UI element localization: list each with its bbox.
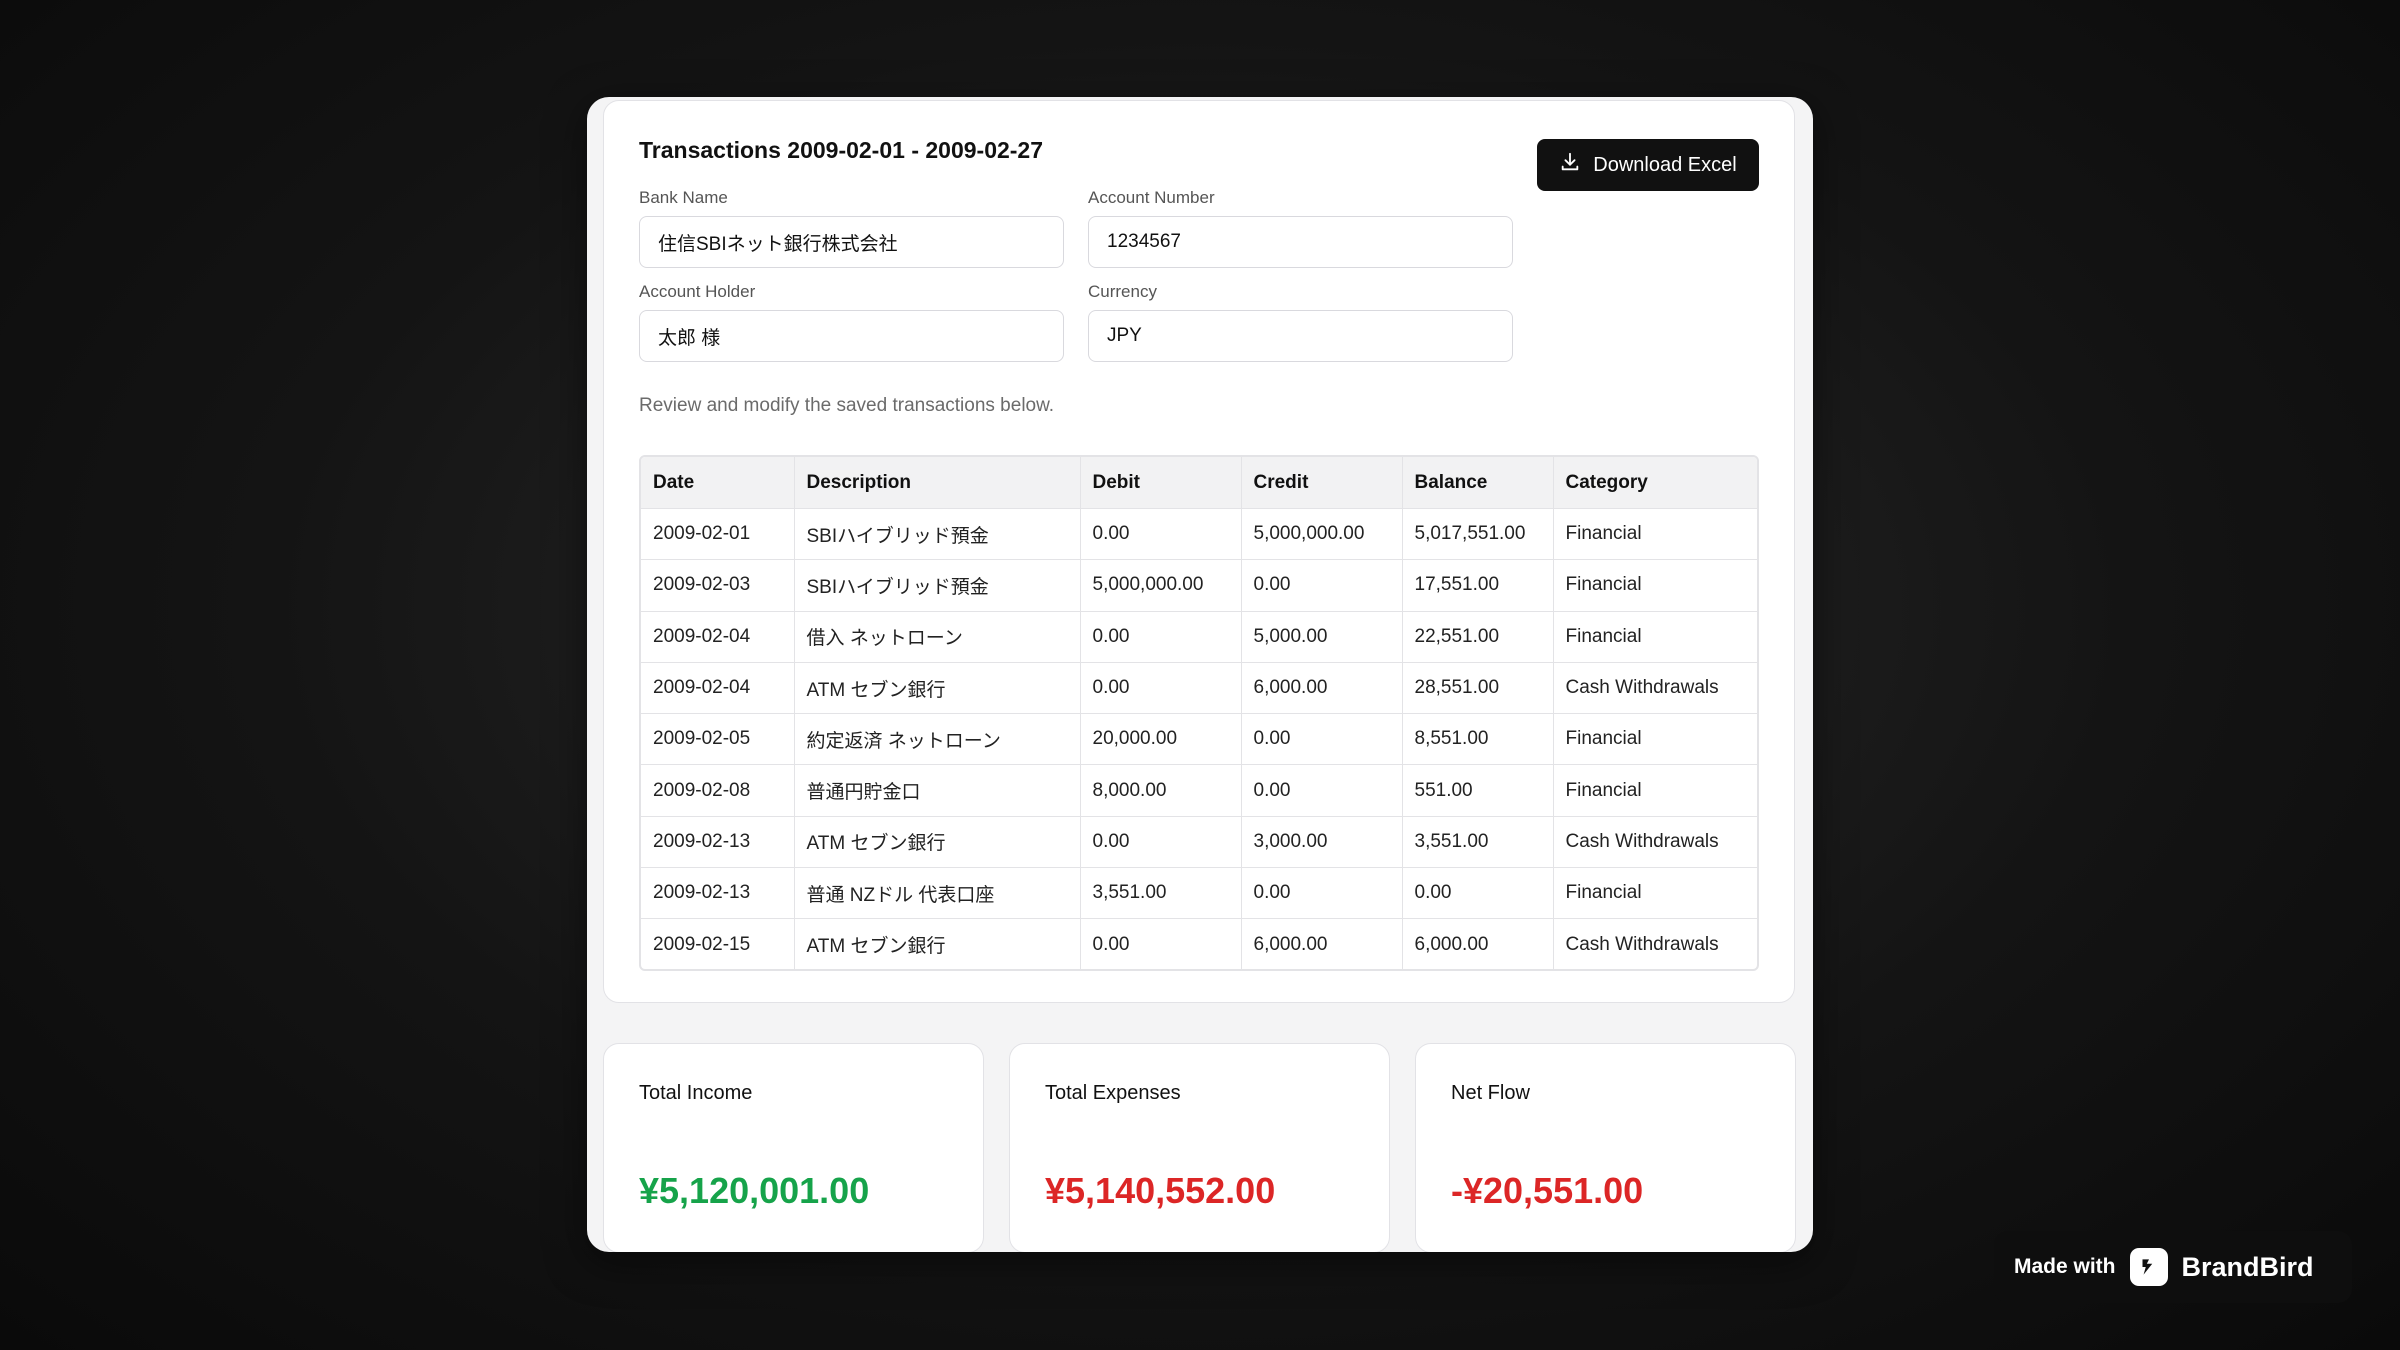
cell-balance: 17,551.00 [1402,559,1554,612]
cell-date: 2009-02-08 [641,764,795,817]
cell-debit: 5,000,000.00 [1080,559,1242,612]
cell-credit: 6,000.00 [1241,662,1403,715]
cell-description: ATM セブン銀行 [794,918,1081,969]
cell-credit: 3,000.00 [1241,816,1403,869]
cell-category: Financial [1553,508,1757,561]
table-row[interactable]: 2009-02-13 普通 NZドル 代表口座 3,551.00 0.00 0.00 Fi… [641,867,1757,920]
cell-description: 約定返済 ネットローン [794,713,1081,766]
bank-name-label: Bank Name [639,188,728,207]
cell-debit: 0.00 [1080,816,1242,869]
cell-debit: 8,000.00 [1080,764,1242,817]
cell-category: Financial [1553,611,1757,663]
currency-label: Currency [1088,282,1157,301]
column-header-balance[interactable]: Balance [1402,457,1554,509]
net-flow-card: Net Flow -¥20,551.00 [1415,1043,1796,1252]
cell-date: 2009-02-13 [641,867,795,920]
transactions-table: Date Description Debit Credit Balance Ca… [639,455,1759,971]
cell-balance: 8,551.00 [1402,713,1554,766]
cell-debit: 0.00 [1080,508,1242,561]
cell-credit: 5,000.00 [1241,611,1403,663]
cell-credit: 0.00 [1241,559,1403,612]
total-expenses-value: ¥5,140,552.00 [1045,1170,1276,1211]
account-number-label: Account Number [1088,188,1215,207]
cell-credit: 5,000,000.00 [1241,508,1403,561]
cell-date: 2009-02-03 [641,559,795,612]
cell-description: ATM セブン銀行 [794,662,1081,715]
cell-description: 普通 NZドル 代表口座 [794,867,1081,920]
download-icon [1559,151,1581,179]
cell-balance: 5,017,551.00 [1402,508,1554,561]
made-with-label: Made with [2014,1255,2116,1278]
bank-name-field[interactable]: 住信SBIネット銀行株式会社 [639,216,1064,268]
total-income-card: Total Income ¥5,120,001.00 [603,1043,984,1252]
account-holder-field[interactable]: 太郎 様 [639,310,1064,362]
made-with-brandbird-badge[interactable]: Made with BrandBird [1994,1231,2352,1303]
cell-debit: 3,551.00 [1080,867,1242,920]
cell-debit: 0.00 [1080,918,1242,969]
cell-date: 2009-02-04 [641,662,795,715]
cell-credit: 0.00 [1241,867,1403,920]
cell-description: 普通円貯金口 [794,764,1081,817]
column-header-credit[interactable]: Credit [1241,457,1403,509]
account-holder-label: Account Holder [639,282,756,301]
cell-credit: 0.00 [1241,764,1403,817]
page-title: Transactions 2009-02-01 - 2009-02-27 [639,137,1044,163]
column-header-debit[interactable]: Debit [1080,457,1242,509]
app-window: Transactions 2009-02-01 - 2009-02-27 Dow… [587,97,1813,1252]
total-income-label: Total Income [639,1082,753,1104]
table-header-row: Date Description Debit Credit Balance Ca… [641,457,1757,509]
total-expenses-card: Total Expenses ¥5,140,552.00 [1009,1043,1390,1252]
brandbird-label: BrandBird [2181,1251,2314,1282]
brandbird-logo-icon [2129,1248,2168,1286]
cell-description: SBIハイブリッド預金 [794,559,1081,612]
instructions-text: Review and modify the saved transactions… [639,395,1055,416]
cell-category: Cash Withdrawals [1553,662,1757,715]
cell-date: 2009-02-04 [641,611,795,663]
net-flow-label: Net Flow [1451,1082,1530,1104]
cell-description: 借入 ネットローン [794,611,1081,663]
table-row[interactable]: 2009-02-04 借入 ネットローン 0.00 5,000.00 22,551.00… [641,611,1757,663]
cell-balance: 28,551.00 [1402,662,1554,715]
cell-date: 2009-02-01 [641,508,795,561]
account-number-field[interactable]: 1234567 [1088,216,1513,268]
table-row[interactable]: 2009-02-04 ATM セブン銀行 0.00 6,000.00 28,551.00… [641,662,1757,715]
cell-category: Cash Withdrawals [1565,933,1719,955]
table-row[interactable]: 2009-02-01 SBIハイブリッド預金 0.00 5,000,000.00 5,0… [641,508,1757,561]
cell-category: Financial [1553,559,1757,612]
table-row[interactable]: 2009-02-08 普通円貯金口 8,000.00 0.00 551.00 Financ… [641,764,1757,817]
column-header-date[interactable]: Date [641,457,795,509]
table-row[interactable]: 2009-02-03 SBIハイブリッド預金 5,000,000.00 0.00 17,… [641,559,1757,612]
cell-category: Financial [1553,713,1757,766]
cell-date: 2009-02-15 [641,918,795,969]
cell-category: Financial [1553,867,1757,920]
net-flow-value: -¥20,551.00 [1451,1170,1644,1211]
cell-balance: 3,551.00 [1402,816,1554,869]
cell-balance: 22,551.00 [1402,611,1554,663]
currency-field[interactable]: JPY [1088,310,1513,362]
cell-balance: 6,000.00 [1402,918,1554,969]
cell-description: SBIハイブリッド預金 [794,508,1081,561]
cell-date: 2009-02-05 [641,713,795,766]
cell-debit: 20,000.00 [1080,713,1242,766]
cell-debit: 0.00 [1080,611,1242,663]
cell-category: Financial [1553,764,1757,817]
table-row[interactable]: 2009-02-05 約定返済 ネットローン 20,000.00 0.00 8,551.… [641,713,1757,766]
table-row[interactable]: 2009-02-15 ATM セブン銀行 0.00 6,000.00 6,000.00 C… [641,918,1757,969]
column-header-category[interactable]: Category [1553,457,1757,509]
cell-balance: 551.00 [1402,764,1554,817]
cell-category: Cash Withdrawals [1553,816,1757,869]
cell-date: 2009-02-13 [641,816,795,869]
cell-credit: 6,000.00 [1241,918,1403,969]
download-excel-button[interactable]: Download Excel [1537,139,1759,191]
cell-credit: 0.00 [1241,713,1403,766]
cell-debit: 0.00 [1080,662,1242,715]
column-header-description[interactable]: Description [794,457,1081,509]
cell-description: ATM セブン銀行 [794,816,1081,869]
download-excel-label: Download Excel [1593,153,1737,176]
total-expenses-label: Total Expenses [1045,1082,1181,1104]
table-row[interactable]: 2009-02-13 ATM セブン銀行 0.00 3,000.00 3,551.00 C… [641,816,1757,869]
transactions-card: Transactions 2009-02-01 - 2009-02-27 Dow… [603,100,1795,1003]
cell-balance: 0.00 [1402,867,1554,920]
total-income-value: ¥5,120,001.00 [639,1170,870,1211]
